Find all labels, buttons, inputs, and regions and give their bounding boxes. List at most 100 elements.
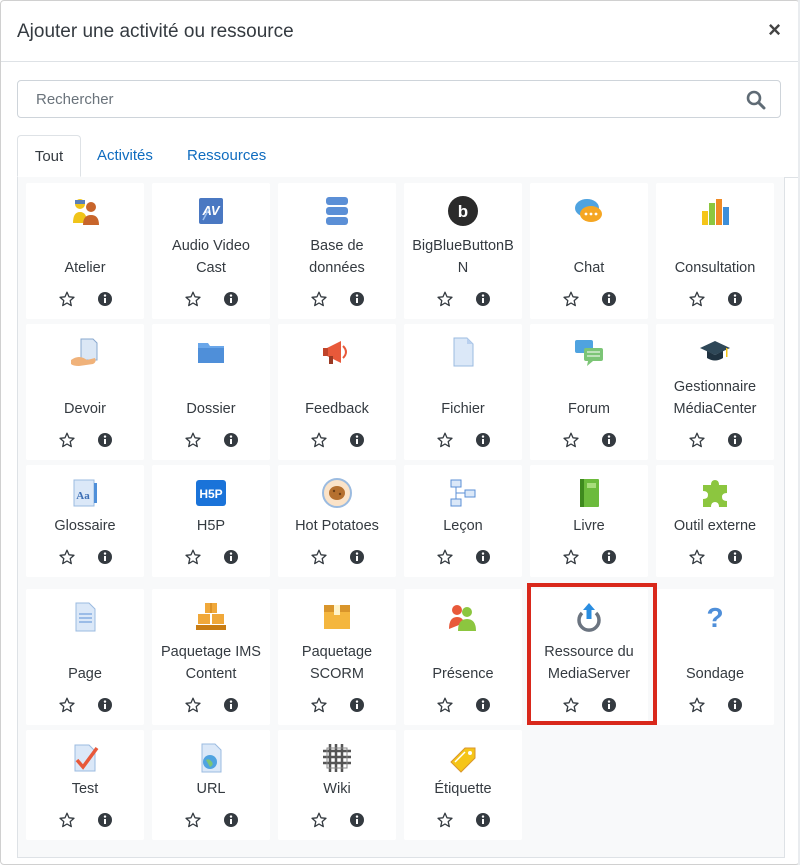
tab-tout[interactable]: Tout [17, 135, 81, 177]
info-icon[interactable] [97, 812, 113, 828]
star-icon[interactable] [563, 697, 579, 713]
module-tile-17[interactable]: Outil externe [656, 465, 774, 577]
module-tile-20[interactable]: Paquetage SCORM [278, 589, 396, 725]
star-icon[interactable] [185, 697, 201, 713]
info-icon[interactable] [727, 697, 743, 713]
close-icon[interactable]: × [768, 17, 781, 43]
star-icon[interactable] [185, 291, 201, 307]
bigbluebutton-icon: b [447, 195, 479, 227]
star-icon[interactable] [185, 432, 201, 448]
module-tile-16[interactable]: Livre [530, 465, 648, 577]
h5p-icon: H5P [195, 477, 227, 509]
info-icon[interactable] [727, 432, 743, 448]
module-tile-15[interactable]: Leçon [404, 465, 522, 577]
star-icon[interactable] [437, 697, 453, 713]
module-label: URL [196, 781, 226, 797]
info-icon[interactable] [475, 549, 491, 565]
module-tile-12[interactable]: Aa Glossaire [26, 465, 144, 577]
star-icon[interactable] [311, 432, 327, 448]
star-icon[interactable] [311, 697, 327, 713]
star-icon[interactable] [563, 432, 579, 448]
star-icon[interactable] [311, 291, 327, 307]
module-tile-22[interactable]: Ressource du MediaServer [530, 589, 648, 725]
star-icon[interactable] [311, 549, 327, 565]
info-icon[interactable] [601, 432, 617, 448]
info-icon[interactable] [727, 549, 743, 565]
star-icon[interactable] [59, 812, 75, 828]
star-icon[interactable] [437, 549, 453, 565]
star-icon[interactable] [563, 291, 579, 307]
puzzle-icon [699, 477, 731, 509]
search-box[interactable] [17, 80, 781, 118]
module-tile-7[interactable]: Dossier [152, 324, 270, 460]
tab-ressources[interactable]: Ressources [187, 135, 266, 177]
info-icon[interactable] [475, 812, 491, 828]
module-tile-3[interactable]: b BigBlueButtonBN [404, 183, 522, 319]
module-tile-10[interactable]: Forum [530, 324, 648, 460]
star-icon[interactable] [437, 812, 453, 828]
scorm-package-icon [321, 601, 353, 633]
star-icon[interactable] [59, 432, 75, 448]
star-icon[interactable] [59, 291, 75, 307]
search-icon[interactable] [746, 90, 766, 115]
module-tile-5[interactable]: Consultation [656, 183, 774, 319]
module-tile-0[interactable]: Atelier [26, 183, 144, 319]
info-icon[interactable] [223, 697, 239, 713]
star-icon[interactable] [689, 549, 705, 565]
module-tile-14[interactable]: Hot Potatoes [278, 465, 396, 577]
star-icon[interactable] [689, 697, 705, 713]
star-icon[interactable] [185, 812, 201, 828]
star-icon[interactable] [59, 549, 75, 565]
info-icon[interactable] [475, 697, 491, 713]
info-icon[interactable] [349, 812, 365, 828]
info-icon[interactable] [475, 432, 491, 448]
module-tile-25[interactable]: URL [152, 730, 270, 840]
info-icon[interactable] [475, 291, 491, 307]
info-icon[interactable] [97, 697, 113, 713]
info-icon[interactable] [97, 432, 113, 448]
info-icon[interactable] [601, 291, 617, 307]
module-tile-11[interactable]: Gestionnaire MédiaCenter [656, 324, 774, 460]
module-tile-8[interactable]: Feedback [278, 324, 396, 460]
search-input[interactable] [34, 90, 718, 109]
info-icon[interactable] [97, 291, 113, 307]
info-icon[interactable] [601, 549, 617, 565]
star-icon[interactable] [437, 432, 453, 448]
module-tile-1[interactable]: AV Audio Video Cast [152, 183, 270, 319]
module-tile-26[interactable]: Wiki [278, 730, 396, 840]
star-icon[interactable] [437, 291, 453, 307]
module-tile-27[interactable]: Étiquette [404, 730, 522, 840]
module-tile-24[interactable]: Test [26, 730, 144, 840]
modal-header: Ajouter une activité ou ressource × [1, 1, 799, 62]
info-icon[interactable] [223, 291, 239, 307]
module-tile-13[interactable]: H5P H5P [152, 465, 270, 577]
module-tile-18[interactable]: Page [26, 589, 144, 725]
info-icon[interactable] [223, 549, 239, 565]
module-label: Base de données [309, 238, 365, 276]
info-icon[interactable] [223, 812, 239, 828]
info-icon[interactable] [349, 549, 365, 565]
star-icon[interactable] [59, 697, 75, 713]
star-icon[interactable] [563, 549, 579, 565]
info-icon[interactable] [727, 291, 743, 307]
star-icon[interactable] [311, 812, 327, 828]
module-tile-4[interactable]: Chat [530, 183, 648, 319]
star-icon[interactable] [185, 549, 201, 565]
star-icon[interactable] [689, 432, 705, 448]
info-icon[interactable] [349, 432, 365, 448]
tab-activites[interactable]: Activités [97, 135, 153, 177]
assignment-icon [69, 336, 101, 368]
star-icon[interactable] [689, 291, 705, 307]
info-icon[interactable] [349, 697, 365, 713]
info-icon[interactable] [349, 291, 365, 307]
module-label: H5P [196, 518, 226, 534]
module-tile-19[interactable]: Paquetage IMS Content [152, 589, 270, 725]
info-icon[interactable] [223, 432, 239, 448]
module-tile-2[interactable]: Base de données [278, 183, 396, 319]
module-tile-21[interactable]: Présence [404, 589, 522, 725]
module-tile-23[interactable]: ? Sondage [656, 589, 774, 725]
module-tile-9[interactable]: Fichier [404, 324, 522, 460]
info-icon[interactable] [97, 549, 113, 565]
module-tile-6[interactable]: Devoir [26, 324, 144, 460]
info-icon[interactable] [601, 697, 617, 713]
